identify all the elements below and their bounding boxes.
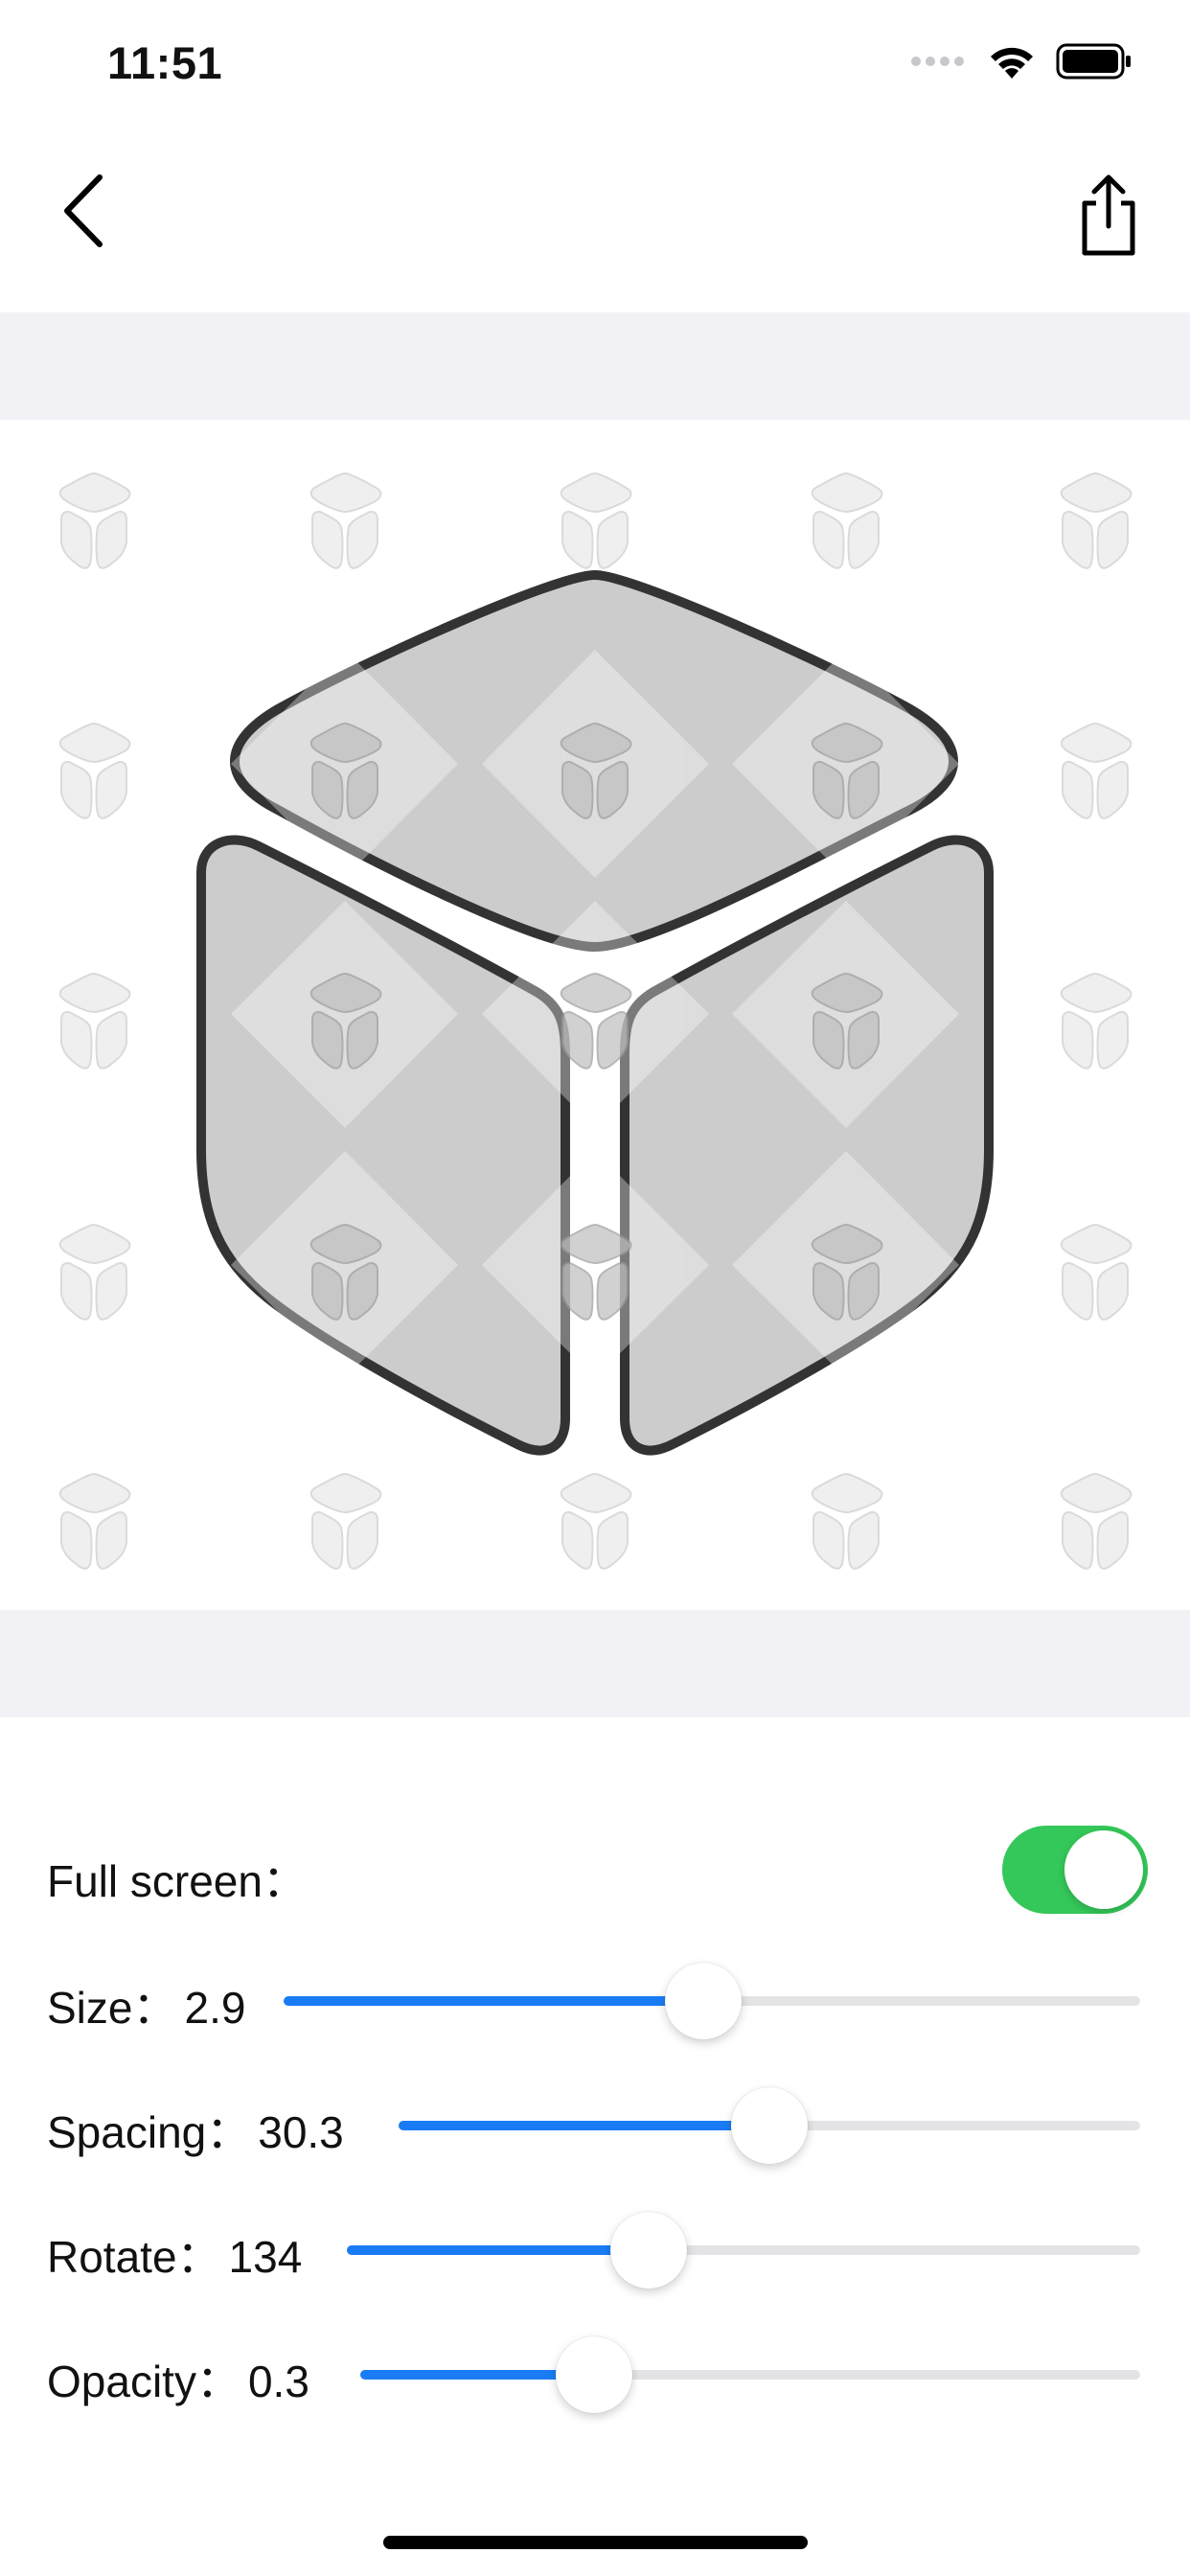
- opacity-slider[interactable]: [360, 2336, 1140, 2413]
- toggle-knob: [1064, 1830, 1143, 1909]
- wifi-icon: [991, 47, 1033, 79]
- size-row: Size： 2.9: [0, 1948, 1190, 2044]
- preview-canvas: [0, 422, 1190, 1610]
- share-button[interactable]: [1065, 163, 1152, 268]
- rotate-label: Rotate： 134: [47, 2232, 303, 2282]
- spacing-slider[interactable]: [399, 2087, 1140, 2164]
- navigation-bar: [0, 144, 1190, 311]
- full-screen-row: Full screen：: [0, 1826, 1190, 1921]
- status-time: 11:51: [107, 37, 223, 88]
- size-label: Size： 2.9: [47, 1983, 246, 2033]
- opacity-value: 0.3: [247, 2357, 309, 2406]
- chevron-left-icon: [64, 174, 103, 247]
- spacing-label: Spacing： 30.3: [47, 2107, 344, 2157]
- full-screen-toggle[interactable]: [1002, 1826, 1148, 1914]
- signal-dots-icon: [911, 57, 964, 66]
- rotate-slider[interactable]: [347, 2212, 1140, 2288]
- opacity-label: Opacity： 0.3: [47, 2357, 309, 2406]
- spacing-slider-fill: [399, 2121, 769, 2130]
- status-bar: 11:51: [0, 0, 1190, 134]
- status-icons: [910, 42, 1133, 80]
- home-indicator: [383, 2536, 808, 2549]
- battery-icon: [1056, 43, 1131, 80]
- preview-bottom-band: [0, 1610, 1190, 1717]
- share-icon: [1082, 174, 1135, 256]
- back-button[interactable]: [46, 163, 123, 259]
- opacity-row: Opacity： 0.3: [0, 2322, 1190, 2418]
- full-screen-label: Full screen：: [47, 1856, 307, 1906]
- spacing-value: 30.3: [258, 2107, 344, 2157]
- spacing-slider-thumb[interactable]: [731, 2087, 808, 2164]
- rotate-slider-thumb[interactable]: [609, 2212, 687, 2288]
- size-slider-thumb[interactable]: [665, 1963, 743, 2039]
- spacing-row: Spacing： 30.3: [0, 2073, 1190, 2169]
- rotate-row: Rotate： 134: [0, 2197, 1190, 2293]
- rotate-slider-fill: [347, 2245, 649, 2255]
- pattern-preview: [58, 472, 1133, 1570]
- rotate-value: 134: [228, 2232, 303, 2282]
- size-slider[interactable]: [284, 1963, 1140, 2039]
- opacity-slider-thumb[interactable]: [556, 2336, 633, 2413]
- size-value: 2.9: [184, 1983, 246, 2033]
- size-slider-fill: [284, 1996, 704, 2006]
- preview-top-band: [0, 312, 1190, 420]
